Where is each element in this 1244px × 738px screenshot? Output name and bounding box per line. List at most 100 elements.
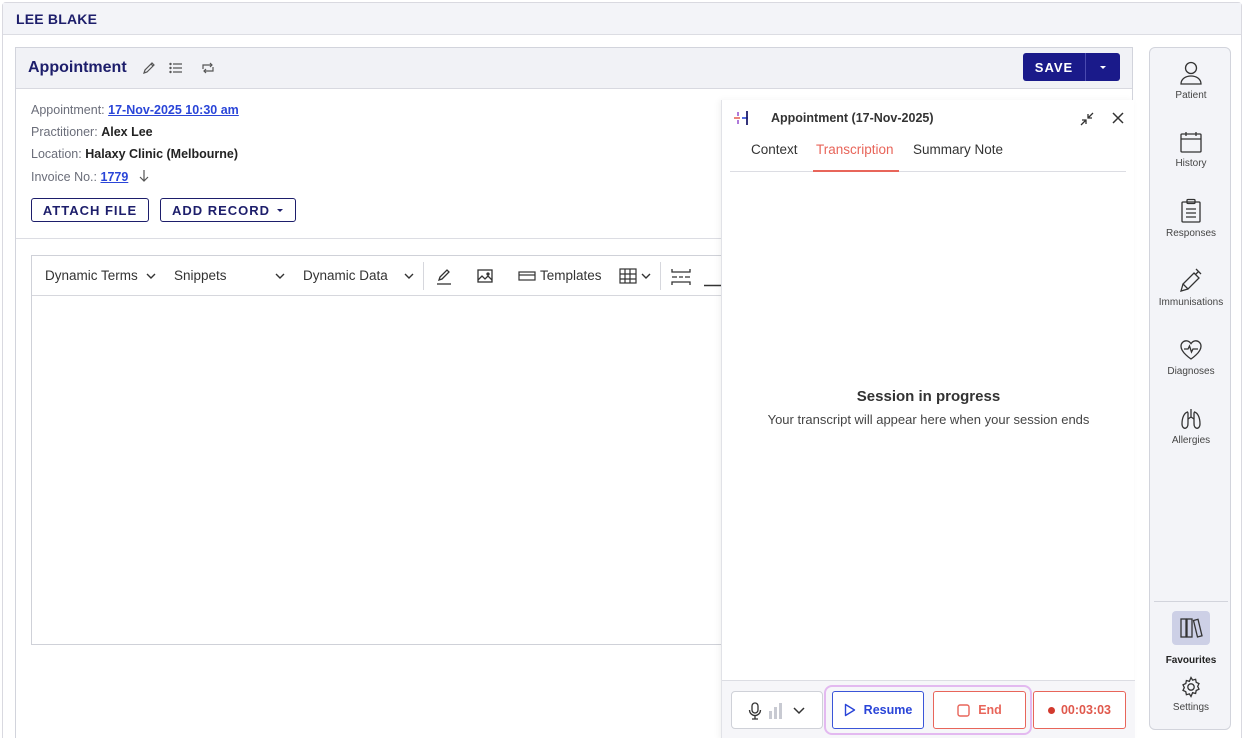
play-icon [844,703,855,717]
chevron-down-icon [793,707,805,715]
invoice-label: Invoice No.: [31,170,98,184]
invoice-row: Invoice No.: 1779 [31,169,150,184]
favourites-label: Favourites [1165,655,1217,666]
note-editor[interactable]: Dynamic Terms Snippets Dynamic Data Temp… [31,255,731,645]
right-sidebar: Patient History Responses Immunisations … [1149,47,1231,730]
stop-icon [957,703,970,717]
sidebar-item-label: Responses [1165,228,1217,239]
sidebar-item-label: Immunisations [1158,297,1224,308]
sidebar-item-label: Diagnoses [1167,366,1215,377]
sidebar-item-label: Patient [1175,90,1207,101]
save-options-dropdown[interactable] [1086,53,1120,81]
audio-level-icon [769,703,782,719]
save-button-group: SAVE [1023,53,1120,81]
appointment-date-link[interactable]: 17-Nov-2025 10:30 am [108,103,239,117]
templates-icon [518,270,536,281]
books-icon [1180,618,1203,638]
invoice-link[interactable]: 1779 [101,170,129,184]
practitioner-row: Practitioner: Alex Lee [31,125,153,139]
save-button[interactable]: SAVE [1023,53,1086,81]
session-status-title: Session in progress [856,388,1001,405]
table-icon[interactable] [618,266,652,289]
resume-label: Resume [863,703,913,717]
resume-button[interactable]: Resume [832,691,924,729]
list-icon[interactable] [168,60,184,76]
card-title: Appointment [28,59,127,76]
chevron-down-icon [146,273,156,279]
location-label: Location: [31,147,82,161]
close-icon[interactable] [1111,111,1125,130]
recording-dot-icon [1047,706,1055,714]
tab-context[interactable]: Context [751,142,798,157]
end-session-button[interactable]: End [933,691,1026,729]
snippets-label: Snippets [174,268,227,283]
person-icon [1180,61,1202,85]
settings-label: Settings [1172,702,1210,713]
sidebar-item-settings[interactable]: Settings [1150,676,1232,713]
location-row: Location: Halaxy Clinic (Melbourne) [31,147,238,161]
dynamic-terms-dropdown[interactable]: Dynamic Terms [45,268,156,283]
tab-summary-note[interactable]: Summary Note [913,142,1003,157]
collapse-icon[interactable] [1079,111,1095,132]
panel-title: Appointment (17-Nov-2025) [771,111,934,125]
appointment-label: Appointment: [31,103,105,117]
session-timer: 00:03:03 [1033,691,1126,729]
end-label: End [978,703,1002,717]
practitioner-value: Alex Lee [101,125,153,139]
image-icon[interactable] [475,266,495,289]
caret-down-icon [1100,65,1106,69]
arrow-down-icon[interactable] [138,169,150,183]
microphone-icon [748,702,762,720]
sidebar-item-label: History [1175,158,1207,169]
sidebar-divider [1154,601,1228,602]
panel-tabs: Context Transcription Summary Note [730,138,1126,172]
chevron-down-icon [275,273,285,279]
practitioner-label: Practitioner: [31,125,98,139]
sidebar-item-allergies[interactable]: Allergies [1150,407,1232,446]
sidebar-item-responses[interactable]: Responses [1150,198,1232,239]
session-controls: Resume End 00:03:03 [722,680,1135,738]
sidebar-item-diagnoses[interactable]: Diagnoses [1150,338,1232,377]
add-record-button[interactable]: ADD RECORD [160,198,296,222]
microphone-selector[interactable] [731,691,823,729]
gear-icon [1182,676,1200,698]
card-header: Appointment SAVE [16,48,1132,89]
chevron-down-icon [404,273,414,279]
repeat-icon[interactable] [200,60,216,76]
pencil-icon[interactable] [141,60,157,76]
patient-bar: LEE BLAKE [3,3,1241,35]
patient-name[interactable]: LEE BLAKE [16,11,97,27]
toolbar-divider [660,262,661,290]
dynamic-data-label: Dynamic Data [303,268,388,283]
clipboard-icon [1181,198,1201,223]
sidebar-item-favourites[interactable]: Favourites [1150,611,1232,666]
session-status-subtitle: Your transcript will appear here when yo… [767,412,1090,427]
calendar-icon [1180,132,1202,153]
signature-icon[interactable] [434,266,454,289]
location-value: Halaxy Clinic (Melbourne) [85,147,239,161]
sidebar-item-label: Allergies [1171,435,1211,446]
add-record-label: ADD RECORD [171,202,271,218]
caret-down-icon [277,208,284,212]
templates-button[interactable]: Templates [518,268,602,283]
dynamic-data-dropdown[interactable]: Dynamic Data [303,268,414,283]
snippets-dropdown[interactable]: Snippets [174,268,285,283]
attach-file-button[interactable]: ATTACH FILE [31,198,149,222]
timer-value: 00:03:03 [1060,703,1112,717]
appointment-row: Appointment: 17-Nov-2025 10:30 am [31,103,239,117]
sidebar-item-immunisations[interactable]: Immunisations [1150,267,1232,308]
sidebar-item-history[interactable]: History [1150,130,1232,169]
halaxy-logo-icon [732,109,750,132]
sidebar-item-patient[interactable]: Patient [1150,60,1232,101]
dynamic-terms-label: Dynamic Terms [45,268,138,283]
lungs-icon [1181,409,1201,429]
horizontal-rule-icon[interactable] [704,275,722,290]
page-break-icon[interactable] [670,266,692,291]
active-tab-indicator [813,170,899,172]
ai-scribe-panel: Appointment (17-Nov-2025) Context Transc… [721,100,1135,738]
toolbar-divider [423,262,424,290]
tab-transcription[interactable]: Transcription [816,142,894,157]
editor-toolbar: Dynamic Terms Snippets Dynamic Data Temp… [32,256,730,296]
heart-pulse-icon [1180,340,1202,360]
syringe-icon [1180,268,1202,292]
